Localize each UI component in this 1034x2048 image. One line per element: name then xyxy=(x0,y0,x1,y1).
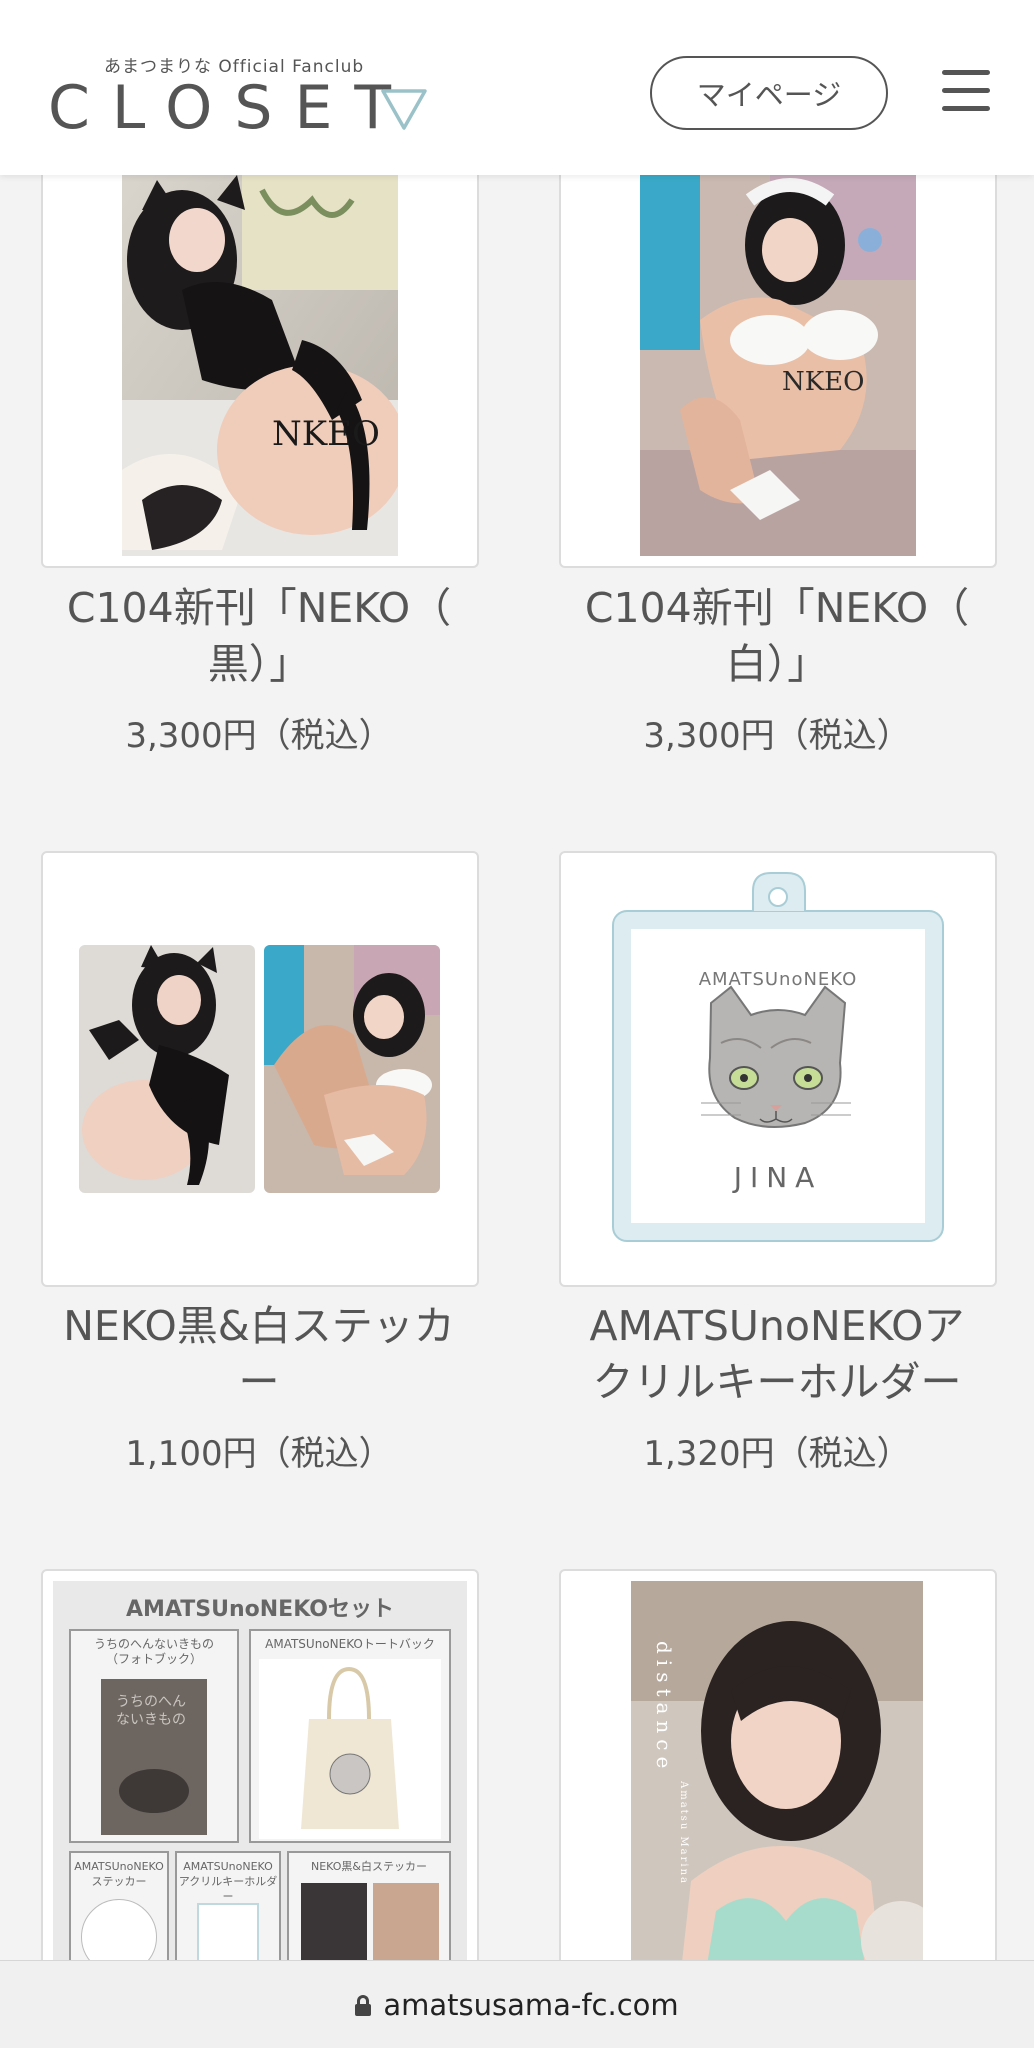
product-name[interactable]: NEKO黒&白ステッカ ー xyxy=(29,1298,489,1410)
product-image: NKEO xyxy=(640,170,916,556)
set-title: AMATSUnoNEKOセット xyxy=(126,1597,394,1622)
mini-label-line: アクリルキーホルダー xyxy=(178,1875,278,1903)
mypage-button[interactable]: マイページ xyxy=(650,56,888,130)
set-tote-bag: AMATSUnoNEKOトートバック xyxy=(249,1629,451,1843)
logo-title: CLOSET xyxy=(48,73,414,143)
neko-logo-mark: NKEO xyxy=(782,367,864,397)
product-image xyxy=(79,945,255,1193)
set-sticker: AMATSUnoNEKO ステッカー xyxy=(69,1851,169,1967)
tote-bag-icon xyxy=(259,1659,441,1839)
mini-label-line: ステッカー xyxy=(91,1875,147,1888)
photobook-cover: うちのへんないきもの xyxy=(101,1679,207,1835)
mini-label: NEKO黒&白ステッカー xyxy=(310,1860,428,1873)
set-photobook: うちのへんないきもの （フォトブック） うちのへんないきもの xyxy=(69,1629,239,1843)
lock-icon xyxy=(355,1994,372,2016)
product-name[interactable]: C104新刊「NEKO（ 白）」 xyxy=(547,580,1007,692)
hamburger-menu-icon[interactable] xyxy=(942,70,990,112)
photobook-cover-text: うちのへんないきもの xyxy=(116,1694,186,1728)
photobook-title: distance xyxy=(652,1641,676,1774)
product-price: 1,320円（税込） xyxy=(643,1434,911,1474)
product-card-acrylic-keyholder[interactable]: AMATSUnoNEKO JINA xyxy=(559,851,997,1287)
product-price: 3,300円（税込） xyxy=(643,716,911,756)
mini-label: AMATSUnoNEKOトートバック xyxy=(265,1637,435,1651)
product-card-sticker[interactable] xyxy=(41,851,479,1287)
product-name[interactable]: AMATSUnoNEKOア クリルキーホルダー xyxy=(547,1298,1007,1410)
product-card-neko-black[interactable]: NKEO xyxy=(41,170,479,568)
product-price: 3,300円（税込） xyxy=(125,716,393,756)
browser-url-bar[interactable]: amatsusama-fc.com xyxy=(0,1960,1034,2048)
product-name-line: AMATSUnoNEKOア xyxy=(589,1302,965,1350)
keychain-caption-top: AMATSUnoNEKO xyxy=(699,969,858,990)
product-name-line: NEKO黒&白ステッカ xyxy=(63,1302,455,1350)
keychain-image: AMATSUnoNEKO JINA xyxy=(612,872,944,1242)
product-name-line: ー xyxy=(238,1358,280,1406)
keychain-caption-bottom: JINA xyxy=(732,1161,823,1194)
product-card-amatsunoneko-set[interactable]: AMATSUnoNEKOセット うちのへんないきもの （フォトブック） うちのへ… xyxy=(41,1569,479,1969)
neko-logo-mark: NKEO xyxy=(272,414,380,454)
mini-label-line: うちのへんないきもの xyxy=(93,1637,214,1651)
url-text: amatsusama-fc.com xyxy=(383,1987,679,2022)
product-card-neko-white[interactable]: NKEO xyxy=(559,170,997,568)
product-name-line: クリルキーホルダー xyxy=(592,1358,962,1406)
site-header: あまつまりな Official Fanclub CLOSET マイページ xyxy=(0,0,1034,175)
product-card-distance-photobook[interactable]: distance Amatsu Marina xyxy=(559,1569,997,1969)
mini-label-line: AMATSUnoNEKO xyxy=(74,1860,164,1873)
set-acrylic: AMATSUnoNEKO アクリルキーホルダー xyxy=(175,1851,281,1967)
product-name[interactable]: C104新刊「NEKO（ 黒）」 xyxy=(29,580,489,692)
triangle-logo-icon xyxy=(381,89,427,130)
set-neko-sticker: NEKO黒&白ステッカー xyxy=(287,1851,451,1967)
product-image xyxy=(264,945,440,1193)
product-image: NKEO xyxy=(122,170,398,556)
mini-label-line: AMATSUnoNEKO xyxy=(183,1860,273,1873)
product-price: 1,100円（税込） xyxy=(125,1434,393,1474)
set-image: AMATSUnoNEKOセット うちのへんないきもの （フォトブック） うちのへ… xyxy=(53,1581,467,1967)
product-name-line: 白）」 xyxy=(725,640,829,688)
photobook-subtitle: Amatsu Marina xyxy=(678,1780,689,1885)
product-image: distance Amatsu Marina xyxy=(631,1581,923,1967)
product-name-line: C104新刊「NEKO（ xyxy=(584,584,970,632)
product-name-line: C104新刊「NEKO（ xyxy=(66,584,452,632)
product-name-line: 黒）」 xyxy=(207,640,311,688)
mini-label-line: （フォトブック） xyxy=(105,1652,202,1666)
closet-logo[interactable]: あまつまりな Official Fanclub CLOSET xyxy=(48,52,448,152)
